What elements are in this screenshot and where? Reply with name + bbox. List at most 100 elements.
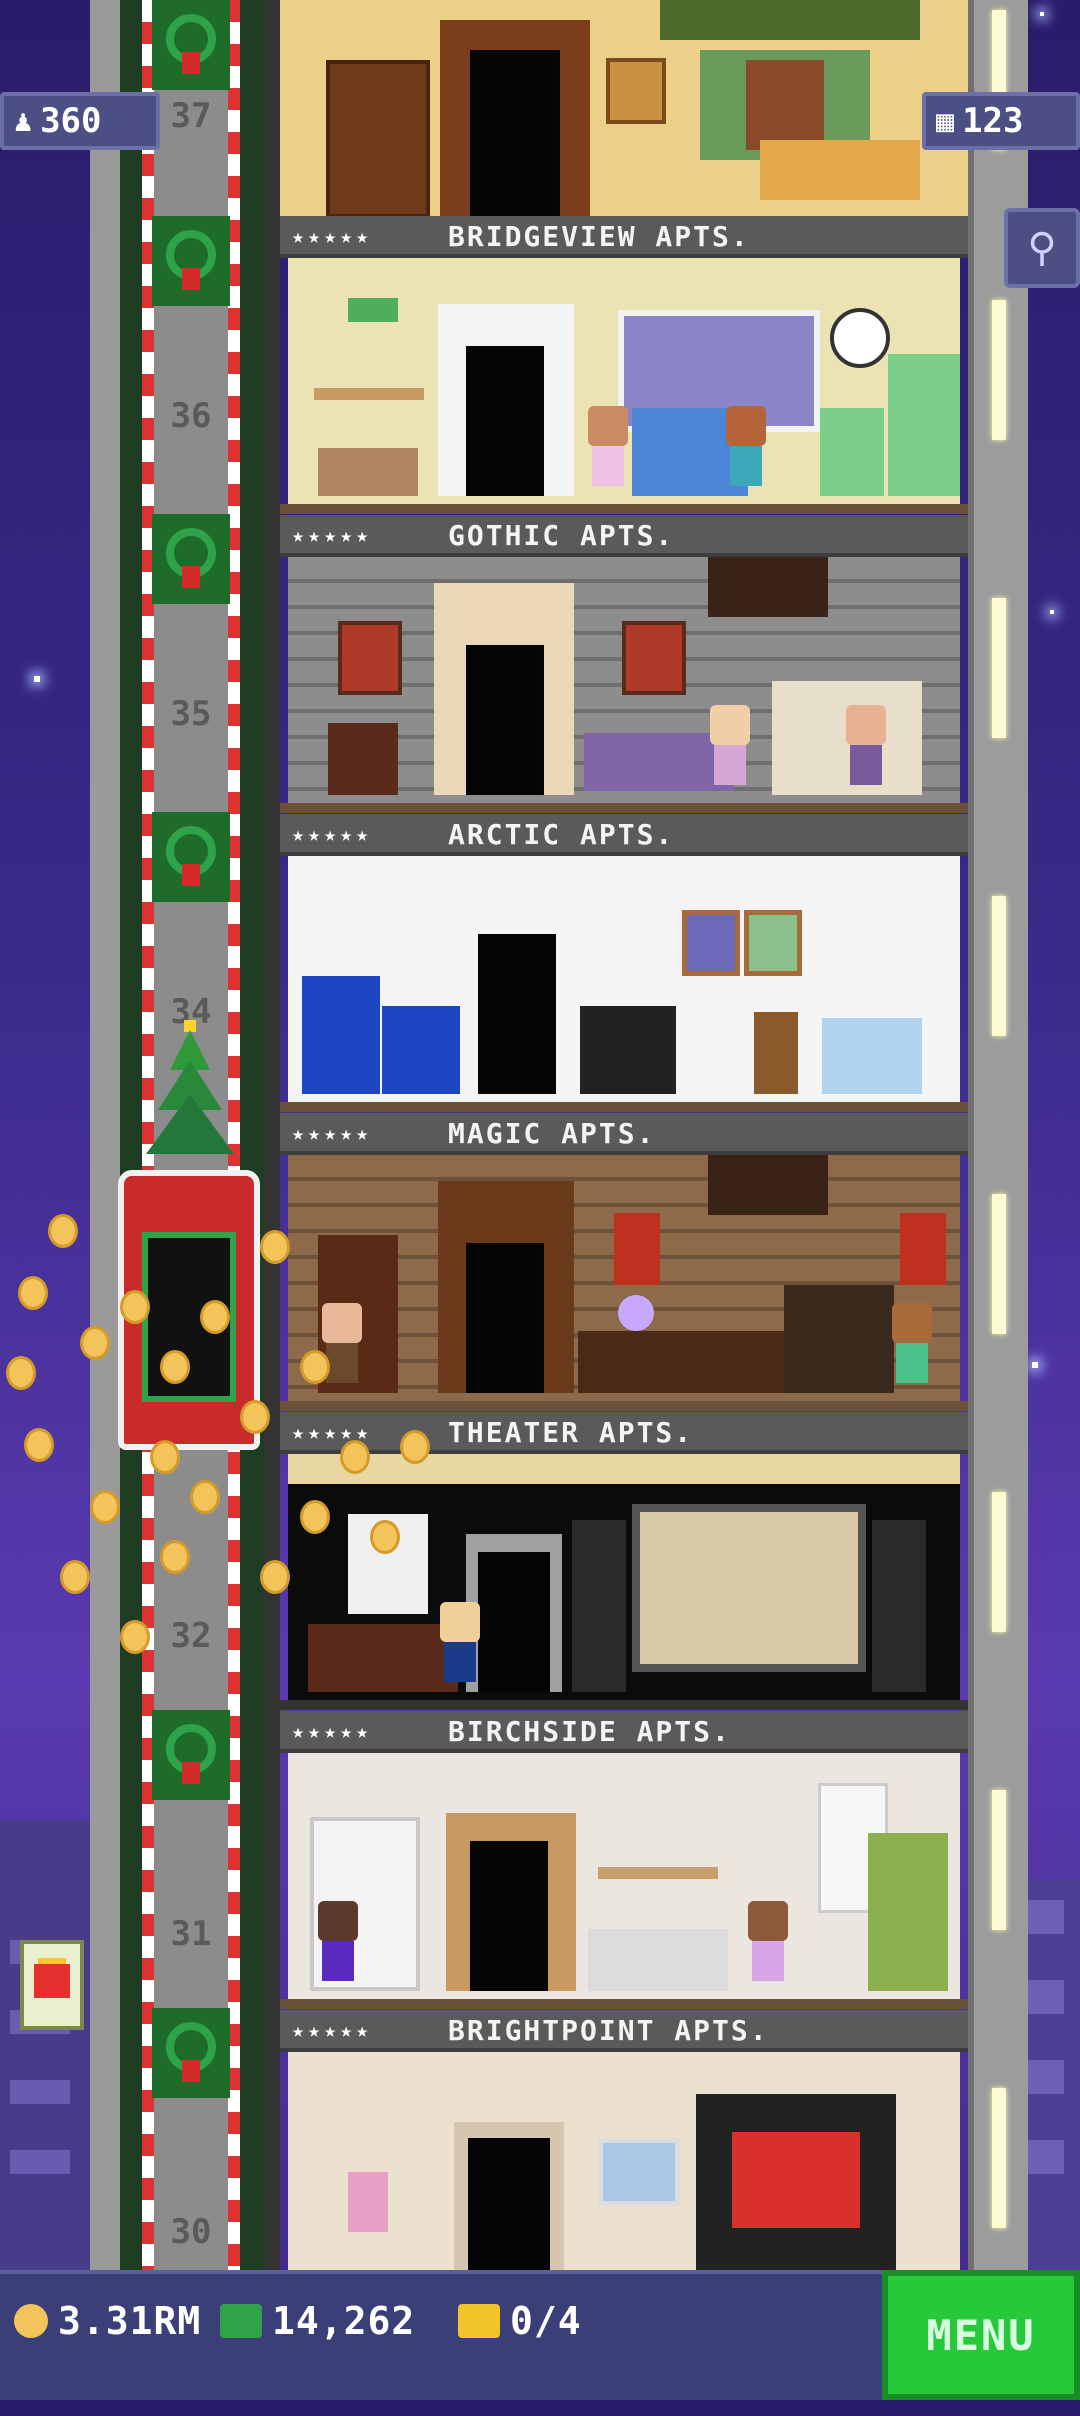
- coin-icon: [150, 1440, 180, 1474]
- floor-gothic[interactable]: ★★★★★ GOTHIC APTS.: [280, 515, 968, 813]
- side-table-lamp: [754, 1012, 798, 1094]
- picture-frame: [744, 910, 802, 976]
- stove: [820, 408, 884, 496]
- fries-billboard-icon: [20, 1940, 84, 2030]
- resident[interactable]: [314, 1901, 362, 1991]
- floor-rating-stars: ★★★★★: [292, 1719, 373, 1743]
- floor-name: BIRCHSIDE APTS.: [448, 1715, 731, 1748]
- coin-icon: [48, 1214, 78, 1248]
- floors-badge[interactable]: ▦ 123: [922, 92, 1080, 150]
- speaker: [872, 1520, 926, 1692]
- doorway-opening: [466, 1243, 544, 1393]
- coin-icon: [18, 1276, 48, 1310]
- fridge: [888, 354, 960, 496]
- floor-label-bar: ★★★★★ GOTHIC APTS.: [280, 515, 968, 557]
- hanging-lamp: [348, 298, 398, 322]
- floor-room: [288, 1753, 960, 2001]
- floor-rating-stars: ★★★★★: [292, 2018, 373, 2042]
- floor-rating-stars: ★★★★★: [292, 523, 373, 547]
- coins-value: 3.31RM: [58, 2299, 202, 2343]
- floor-name: THEATER APTS.: [448, 1416, 694, 1449]
- wreath-icon: [152, 0, 230, 90]
- coin-icon: [260, 1230, 290, 1264]
- doorway-opening: [468, 2138, 550, 2270]
- floor-rating-stars: ★★★★★: [292, 822, 373, 846]
- resident[interactable]: [436, 1602, 484, 1692]
- resident[interactable]: [706, 705, 754, 795]
- coin-icon: [300, 1500, 330, 1534]
- resident[interactable]: [842, 705, 890, 795]
- floor-brightpoint[interactable]: ★★★★★ BRIGHTPOINT APTS.: [280, 2010, 968, 2270]
- resident[interactable]: [584, 406, 632, 496]
- bux-stat[interactable]: 14,262: [220, 2298, 415, 2344]
- coin-icon: [60, 1560, 90, 1594]
- fridge: [302, 976, 380, 1094]
- floor-birchside[interactable]: ★★★★★ BIRCHSIDE APTS.: [280, 1711, 968, 2009]
- tv-screen: [732, 2132, 860, 2228]
- coin-icon: [6, 1356, 36, 1390]
- coin-icon: [14, 2304, 48, 2338]
- wreath-icon: [152, 514, 230, 604]
- fireplace: [784, 1285, 894, 1393]
- coin-icon: [340, 1440, 370, 1474]
- wreath-icon: [152, 2008, 230, 2098]
- doorway-opening: [466, 645, 544, 795]
- potted-plant: [868, 1833, 948, 1991]
- population-count: 360: [40, 101, 102, 141]
- tree-vines: [660, 0, 920, 40]
- doorway-opening: [470, 50, 560, 216]
- floor-label-bar: ★★★★★ BRIDGEVIEW APTS.: [280, 216, 968, 258]
- shaft-floor-number: 30: [170, 2212, 212, 2252]
- shaft-floor-number: 31: [170, 1914, 212, 1954]
- coin-icon: [160, 1540, 190, 1574]
- cabinet: [382, 1006, 460, 1094]
- search-icon: ⚲: [1027, 225, 1057, 271]
- floor-room: [288, 1454, 960, 1702]
- floor-room: [288, 258, 960, 506]
- resident[interactable]: [744, 1901, 792, 1991]
- sky-sparkle: [1050, 610, 1054, 614]
- tower-divider: [264, 0, 280, 2270]
- floor-magic[interactable]: ★★★★★ MAGIC APTS.: [280, 1113, 968, 1411]
- wall-clock: [830, 308, 890, 368]
- coin-icon: [120, 1620, 150, 1654]
- coin-icon: [400, 1430, 430, 1464]
- picture-frame: [606, 58, 666, 124]
- dining-table: [314, 388, 424, 400]
- floor-theater[interactable]: ★★★★★ THEATER APTS.: [280, 1412, 968, 1710]
- shaft-floor-number: 32: [170, 1616, 212, 1656]
- resident[interactable]: [318, 1303, 366, 1393]
- floor-arctic[interactable]: ★★★★★ ARCTIC APTS.: [280, 814, 968, 1112]
- floor-bridgeview[interactable]: ★★★★★ BRIDGEVIEW APTS.: [280, 216, 968, 514]
- search-button[interactable]: ⚲: [1004, 208, 1080, 288]
- shield-decor: [622, 621, 686, 695]
- coins-stat[interactable]: 3.31RM: [14, 2298, 201, 2344]
- resident[interactable]: [888, 1303, 936, 1393]
- tickets-stat[interactable]: 0/4: [458, 2298, 582, 2344]
- sky-sparkle: [1032, 1362, 1038, 1368]
- armchair: [822, 1018, 922, 1094]
- population-badge[interactable]: ♟ 360: [0, 92, 160, 150]
- flower-vase: [348, 2172, 388, 2232]
- coin-icon: [200, 1300, 230, 1334]
- dining-chairs: [318, 448, 418, 496]
- ceiling-light-rail: [288, 1454, 960, 1484]
- side-table: [328, 723, 398, 795]
- coin-icon: [370, 1520, 400, 1554]
- floor-room: [288, 856, 960, 1104]
- background-building-left: [0, 1820, 90, 2290]
- floor-rating-stars: ★★★★★: [292, 1121, 373, 1145]
- doorway-opening: [466, 346, 544, 496]
- floor-name: BRIGHTPOINT APTS.: [448, 2014, 769, 2047]
- banner: [900, 1213, 946, 1285]
- bux-icon: [220, 2304, 262, 2338]
- floor-room: [288, 557, 960, 805]
- floors-count: 123: [962, 101, 1024, 141]
- coin-icon: [120, 1290, 150, 1324]
- menu-button[interactable]: MENU: [882, 2270, 1080, 2400]
- floor-top-room[interactable]: [280, 0, 968, 216]
- building-icon: ▦: [936, 103, 955, 139]
- floor-label-bar: ★★★★★ BRIGHTPOINT APTS.: [280, 2010, 968, 2052]
- tower-left-wall: [90, 0, 124, 2270]
- resident[interactable]: [722, 406, 770, 496]
